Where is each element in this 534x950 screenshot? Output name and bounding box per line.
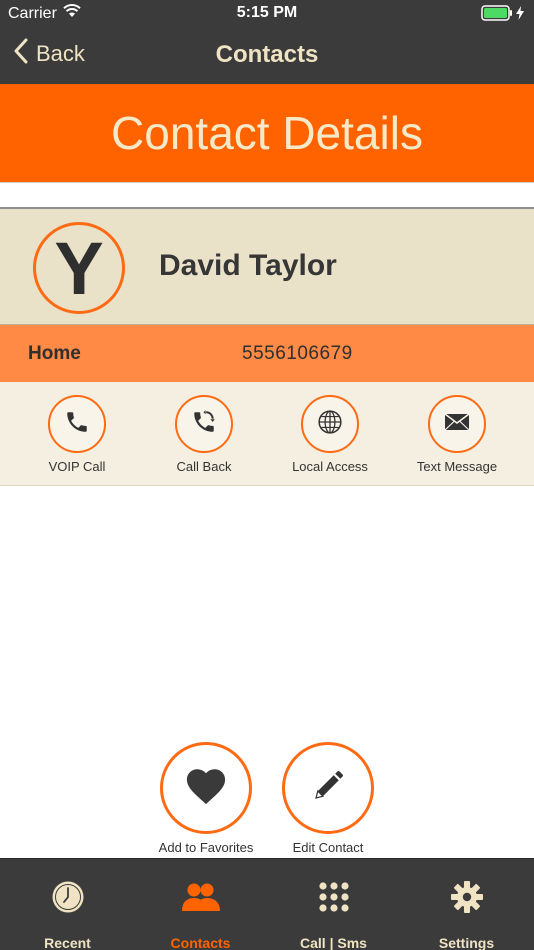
clock-icon [51,879,85,915]
edit-contact-circle [282,742,374,834]
text-message-label: Text Message [416,459,498,474]
voip-call-label: VOIP Call [48,459,106,474]
avatar: Y [33,222,125,314]
call-back-icon [191,409,217,440]
back-label: Back [36,41,85,66]
voip-call-button[interactable]: VOIP Call [17,395,137,474]
voip-call-circle [48,395,106,453]
status-bar: Carrier 5:15 PM [0,0,534,28]
keypad-icon [318,879,350,915]
tab-recent[interactable]: Recent [1,859,134,950]
pencil-icon [310,768,346,809]
battery-icon [481,5,513,26]
page-title: Contact Details [111,107,423,159]
page-banner: Contact Details [0,84,534,182]
call-back-button[interactable]: Call Back [144,395,264,474]
gear-icon [450,879,484,915]
phone-type-label: Home [28,343,81,364]
people-icon [181,879,221,915]
back-button[interactable]: Back [14,38,85,70]
call-back-circle [175,395,233,453]
tab-call-sms[interactable]: Call | Sms [267,859,400,950]
favorites-circle [160,742,252,834]
globe-icon [317,409,343,440]
text-message-button[interactable]: Text Message [397,395,517,474]
local-access-label: Local Access [292,459,368,474]
tab-call-sms-label: Call | Sms [300,935,367,950]
tab-settings[interactable]: Settings [400,859,533,950]
tab-contacts-label: Contacts [170,935,231,950]
call-back-label: Call Back [176,459,232,474]
contact-name: David Taylor [159,249,337,282]
phone-number: 5556106679 [242,343,353,364]
quick-actions: VOIP Call Call Back Local Access Text Me… [0,382,534,486]
contact-header: Y David Taylor [0,209,534,325]
heart-icon [184,766,228,811]
navigation-bar: Back Contacts [0,28,534,84]
tab-bar: Recent Contacts Call | Sms Settings [0,858,534,950]
edit-contact-label: Edit Contact [292,840,364,855]
edit-contact-button[interactable]: Edit Contact [263,742,393,855]
phone-row[interactable]: Home 5556106679 [0,325,534,382]
charging-icon [516,6,524,25]
add-to-favorites-label: Add to Favorites [158,840,254,855]
tab-recent-label: Recent [44,935,91,950]
phone-icon [64,409,90,440]
text-message-circle [428,395,486,453]
chevron-left-icon [14,38,28,70]
tab-contacts[interactable]: Contacts [134,859,267,950]
local-access-circle [301,395,359,453]
envelope-icon [444,412,470,437]
add-to-favorites-button[interactable]: Add to Favorites [141,742,271,855]
avatar-letter: Y [54,227,104,310]
tab-settings-label: Settings [438,935,495,950]
clock-time: 5:15 PM [236,4,298,21]
local-access-button[interactable]: Local Access [270,395,390,474]
divider [0,182,534,209]
battery-indicator [481,5,524,26]
